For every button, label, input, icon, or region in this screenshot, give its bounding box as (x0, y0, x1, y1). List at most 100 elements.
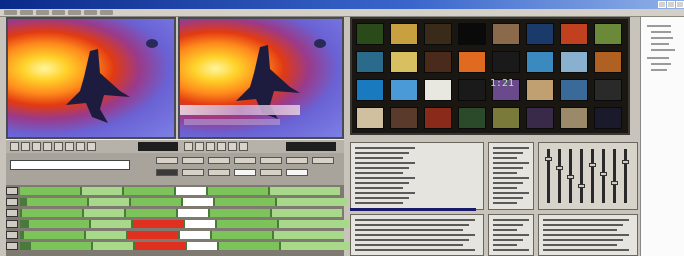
list-item[interactable] (355, 239, 469, 241)
list-item[interactable] (355, 229, 463, 231)
timeline-clip[interactable] (187, 242, 217, 250)
edit-button[interactable] (182, 169, 204, 176)
timeline[interactable] (6, 185, 351, 256)
tree-item[interactable] (651, 49, 675, 51)
list-item[interactable] (543, 244, 617, 246)
fader-knob[interactable] (578, 184, 585, 188)
clip-thumbnail[interactable] (560, 51, 588, 73)
toolbar-button[interactable] (87, 142, 96, 151)
tree-item[interactable] (651, 43, 669, 45)
edit-button[interactable] (208, 169, 230, 176)
list-item[interactable] (493, 244, 517, 246)
list-item[interactable] (355, 187, 403, 189)
clip-thumbnail[interactable] (424, 107, 452, 129)
clip-thumbnail[interactable] (492, 107, 520, 129)
clip-thumbnail[interactable] (390, 51, 418, 73)
timeline-clip[interactable] (135, 242, 185, 250)
toolbar-button[interactable] (184, 142, 193, 151)
clip-thumbnail[interactable] (390, 23, 418, 45)
list-item[interactable] (355, 167, 409, 169)
play-icon[interactable] (21, 142, 30, 151)
list-item[interactable] (543, 234, 629, 236)
maximize-icon[interactable] (667, 1, 675, 8)
list-item[interactable] (543, 224, 623, 226)
timeline-clip[interactable] (128, 231, 178, 239)
list-item[interactable] (493, 157, 517, 159)
track-label[interactable] (6, 198, 18, 206)
timeline-clip[interactable] (84, 209, 124, 217)
list-item[interactable] (355, 249, 475, 251)
clip-thumbnail[interactable] (560, 23, 588, 45)
list-item[interactable] (493, 182, 523, 184)
edit-button[interactable] (234, 169, 256, 176)
menu-item-clip[interactable] (52, 10, 65, 15)
stop-icon[interactable] (32, 142, 41, 151)
track-label[interactable] (6, 187, 18, 195)
clip-thumbnail[interactable] (560, 107, 588, 129)
timeline-clip[interactable] (27, 198, 87, 206)
program-monitor[interactable] (178, 17, 344, 139)
timeline-clip[interactable] (124, 187, 174, 195)
list-item[interactable] (543, 229, 617, 231)
timeline-clip[interactable] (86, 231, 126, 239)
edit-button[interactable] (182, 157, 204, 164)
clip-thumbnail[interactable] (356, 23, 384, 45)
timeline-clip[interactable] (22, 209, 82, 217)
timeline-clip[interactable] (20, 187, 80, 195)
list-item[interactable] (493, 162, 529, 164)
menu-item-window[interactable] (100, 10, 113, 15)
menu-item-tools[interactable] (84, 10, 97, 15)
track-label[interactable] (6, 242, 18, 250)
list-item[interactable] (355, 162, 415, 164)
list-item[interactable] (493, 219, 529, 221)
timeline-clip[interactable] (93, 242, 133, 250)
timeline-clip[interactable] (131, 198, 181, 206)
clip-thumbnail[interactable] (424, 23, 452, 45)
tree-item[interactable] (647, 57, 669, 59)
position-bar[interactable] (286, 142, 336, 151)
timeline-clip[interactable] (274, 231, 344, 239)
list-item[interactable] (493, 224, 523, 226)
mark-out-button[interactable] (65, 142, 74, 151)
timeline-clip[interactable] (215, 198, 275, 206)
edit-button[interactable] (286, 157, 308, 164)
timeline-clip[interactable] (24, 231, 84, 239)
clip-thumbnail[interactable] (560, 79, 588, 101)
position-bar[interactable] (138, 142, 178, 151)
timeline-clip[interactable] (212, 231, 272, 239)
clip-thumbnail[interactable] (594, 107, 622, 129)
list-item[interactable] (355, 192, 415, 194)
mark-in-button[interactable] (54, 142, 63, 151)
list-item[interactable] (493, 239, 523, 241)
timeline-clip[interactable] (217, 220, 277, 228)
list-item[interactable] (355, 152, 409, 154)
list-item[interactable] (355, 197, 409, 199)
list-item[interactable] (493, 234, 529, 236)
fader-knob[interactable] (545, 157, 552, 161)
menu-item-view[interactable] (36, 10, 49, 15)
timeline-clip[interactable] (178, 209, 208, 217)
clip-thumbnail[interactable] (356, 107, 384, 129)
list-item[interactable] (493, 187, 517, 189)
clip-thumbnail[interactable] (458, 107, 486, 129)
clip-thumbnail[interactable] (458, 23, 486, 45)
track-label[interactable] (6, 231, 18, 239)
clip-thumbnail[interactable] (526, 51, 554, 73)
clip-thumbnail[interactable] (356, 79, 384, 101)
timeline-clip[interactable] (89, 198, 129, 206)
list-item[interactable] (355, 177, 415, 179)
fader-knob[interactable] (567, 175, 574, 179)
timeline-clip[interactable] (29, 220, 89, 228)
list-item[interactable] (355, 219, 475, 221)
scrollbar[interactable] (350, 208, 476, 211)
tree-item[interactable] (651, 37, 673, 39)
list-item[interactable] (493, 192, 529, 194)
clip-thumbnail[interactable] (594, 51, 622, 73)
tree-item[interactable] (651, 63, 671, 65)
clip-thumbnail[interactable] (356, 51, 384, 73)
list-item[interactable] (543, 219, 629, 221)
fader-knob[interactable] (600, 172, 607, 176)
clip-thumbnail[interactable] (492, 51, 520, 73)
minimize-icon[interactable] (658, 1, 666, 8)
clip-thumbnail[interactable] (526, 79, 554, 101)
